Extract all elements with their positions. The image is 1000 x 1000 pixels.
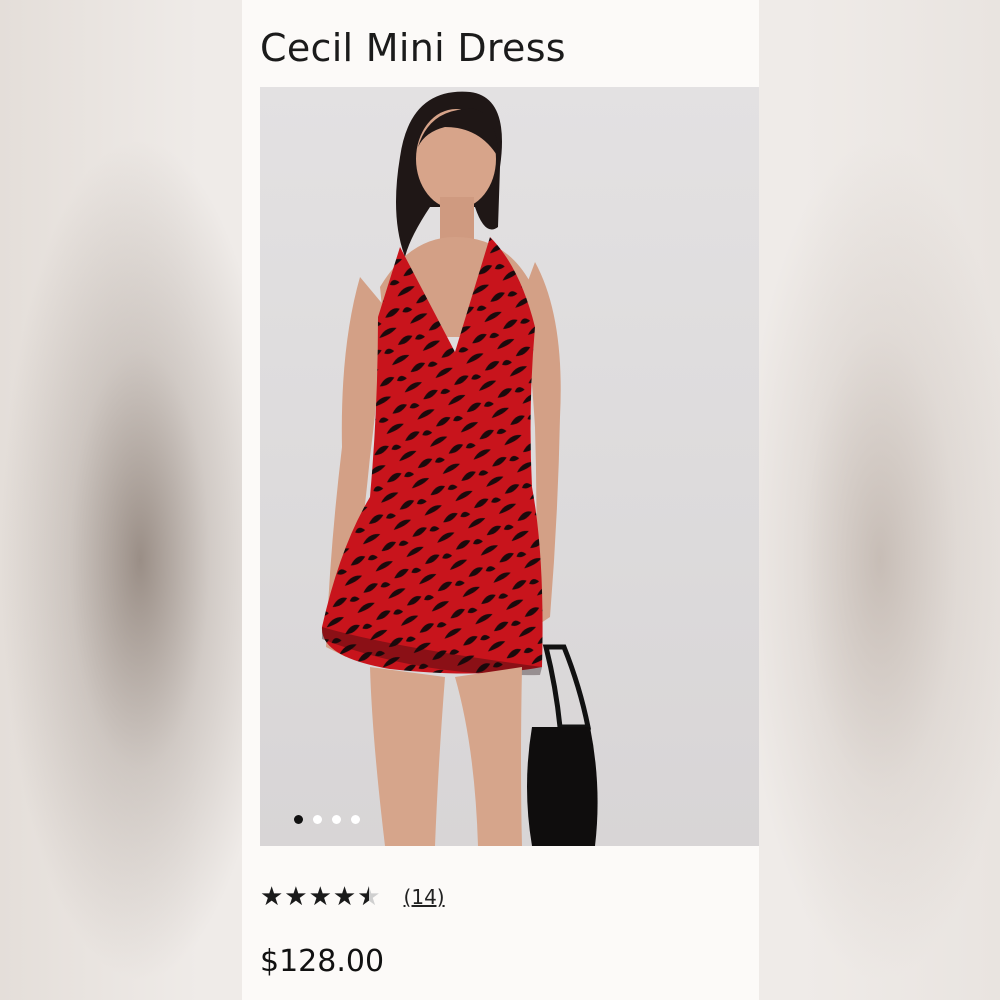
star-rating-fill: ★★★★★ — [260, 884, 369, 910]
carousel-dot-4[interactable] — [351, 815, 360, 824]
product-card: Cecil Mini Dress ★★★★★ ★★★★ (14) $128.00 — [242, 0, 759, 1000]
review-count-link[interactable]: (14) — [404, 885, 445, 909]
model-photo — [321, 91, 598, 846]
carousel-dot-3[interactable] — [332, 815, 341, 824]
carousel-dot-2[interactable] — [313, 815, 322, 824]
product-rating: ★★★★★ ★★★★★ (14) — [260, 884, 445, 910]
product-title: Cecil Mini Dress — [260, 26, 566, 70]
product-price: $128.00 — [260, 944, 385, 979]
carousel-dot-1[interactable] — [294, 815, 303, 824]
carousel-dots — [294, 815, 360, 824]
star-rating: ★★★★★ ★★★★★ — [260, 882, 382, 912]
product-image[interactable] — [260, 87, 759, 846]
